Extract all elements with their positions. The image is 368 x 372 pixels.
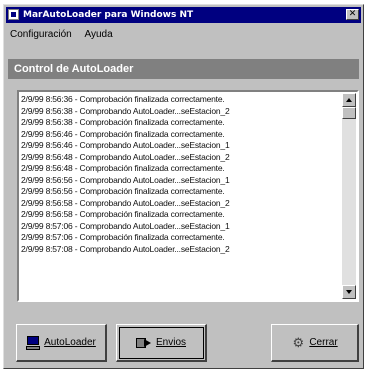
- app-icon[interactable]: [8, 9, 19, 20]
- log-line: 2/9/99 8:56:38 - Comprobación finalizada…: [21, 117, 225, 127]
- scroll-up-button[interactable]: [342, 93, 356, 107]
- log-list[interactable]: 2/9/99 8:56:36 - Comprobación finalizada…: [21, 94, 341, 298]
- close-button[interactable]: ✕: [346, 9, 359, 20]
- autoloader-button-label: AutoLoader: [44, 337, 96, 348]
- menu-ayuda[interactable]: Ayuda: [83, 27, 115, 43]
- main-window: MarAutoLoader para Windows NT ✕ Configur…: [3, 4, 364, 369]
- gear-icon: ⚙: [292, 334, 305, 350]
- log-line: 2/9/99 8:57:06 - Comprobando AutoLoader.…: [21, 220, 230, 231]
- log-line: 2/9/99 8:56:58 - Comprobación finalizada…: [21, 209, 225, 219]
- scroll-thumb[interactable]: [342, 107, 356, 119]
- menu-bar: Configuración Ayuda: [8, 27, 121, 43]
- envios-button-label: Envios: [155, 337, 186, 348]
- log-line: 2/9/99 8:56:48 - Comprobación finalizada…: [21, 163, 225, 173]
- vertical-scrollbar[interactable]: [342, 93, 356, 299]
- log-line: 2/9/99 8:56:36 - Comprobación finalizada…: [21, 94, 225, 104]
- cerrar-button-label: Cerrar: [309, 337, 338, 348]
- arrow-up-icon: [346, 98, 352, 102]
- computer-icon: [26, 335, 41, 350]
- envios-button[interactable]: Envios: [116, 324, 207, 362]
- log-line: 2/9/99 8:56:46 - Comprobación finalizada…: [21, 128, 225, 139]
- log-line: 2/9/99 8:56:56 - Comprobación finalizada…: [21, 186, 225, 196]
- section-header: Control de AutoLoader: [8, 59, 359, 79]
- menu-configuracion[interactable]: Configuración: [8, 27, 74, 43]
- log-line: 2/9/99 8:57:08 - Comprobando AutoLoader.…: [21, 243, 230, 254]
- play-icon: [135, 336, 152, 350]
- log-panel[interactable]: 2/9/99 8:56:36 - Comprobación finalizada…: [17, 90, 359, 302]
- log-line: 2/9/99 8:56:38 - Comprobando AutoLoader.…: [21, 105, 230, 116]
- arrow-down-icon: [346, 290, 352, 294]
- log-line: 2/9/99 8:56:58 - Comprobando AutoLoader.…: [21, 197, 230, 208]
- scroll-down-button[interactable]: [342, 285, 356, 299]
- log-line: 2/9/99 8:57:06 - Comprobación finalizada…: [21, 232, 225, 242]
- title-bar[interactable]: MarAutoLoader para Windows NT ✕: [6, 7, 361, 23]
- log-line: 2/9/99 8:56:56 - Comprobando AutoLoader.…: [21, 174, 230, 185]
- log-line: 2/9/99 8:56:46 - Comprobando AutoLoader.…: [21, 140, 230, 150]
- autoloader-button[interactable]: AutoLoader: [16, 324, 107, 362]
- log-line: 2/9/99 8:56:48 - Comprobando AutoLoader.…: [21, 151, 230, 162]
- cerrar-button[interactable]: ⚙ Cerrar: [271, 324, 359, 362]
- window-title: MarAutoLoader para Windows NT: [23, 10, 194, 20]
